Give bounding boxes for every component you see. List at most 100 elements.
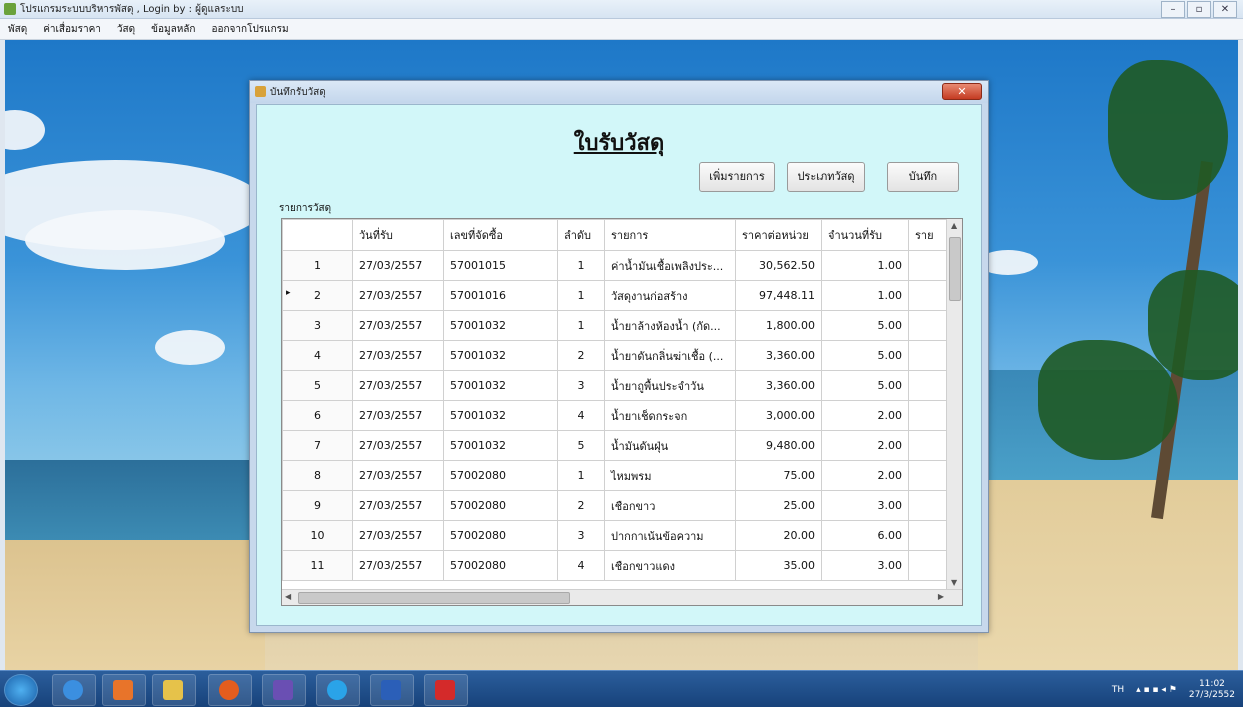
cell-sequence[interactable]: 4 bbox=[557, 550, 605, 581]
table-row[interactable]: 1 27/03/2557 57001015 1 ค่าน้ำมันเชื้อเพลิงป… bbox=[282, 250, 949, 281]
cell-unit-price[interactable]: 3,360.00 bbox=[735, 340, 822, 371]
horizontal-scroll-thumb[interactable] bbox=[298, 592, 570, 604]
cell-extra[interactable] bbox=[908, 460, 949, 491]
cell-unit-price[interactable]: 35.00 bbox=[735, 550, 822, 581]
cell-item-name[interactable]: น้ำยาถูพื้นประจำวัน bbox=[604, 370, 736, 401]
cell-unit-price[interactable]: 9,480.00 bbox=[735, 430, 822, 461]
taskbar-firefox[interactable] bbox=[208, 674, 252, 706]
cell-sequence[interactable]: 4 bbox=[557, 400, 605, 431]
cell-quantity[interactable]: 5.00 bbox=[821, 310, 909, 341]
cell-item-name[interactable]: เชือกขาว bbox=[604, 490, 736, 521]
cell-item-name[interactable]: วัสดุงานก่อสร้าง bbox=[604, 280, 736, 311]
menu-item-master-data[interactable]: ข้อมูลหลัก bbox=[143, 22, 203, 37]
cell-quantity[interactable]: 6.00 bbox=[821, 520, 909, 551]
column-header-date[interactable]: วันที่รับ bbox=[352, 219, 444, 251]
cell-receive-date[interactable]: 27/03/2557 bbox=[352, 250, 444, 281]
cell-quantity[interactable]: 5.00 bbox=[821, 340, 909, 371]
cell-unit-price[interactable]: 3,360.00 bbox=[735, 370, 822, 401]
cell-sequence[interactable]: 3 bbox=[557, 520, 605, 551]
save-button[interactable]: บันทึก bbox=[887, 162, 959, 192]
cell-sequence[interactable]: 1 bbox=[557, 310, 605, 341]
cell-quantity[interactable]: 2.00 bbox=[821, 400, 909, 431]
cell-item-name[interactable]: ปากกาเน้นข้อความ bbox=[604, 520, 736, 551]
taskbar-skype[interactable] bbox=[316, 674, 360, 706]
cell-receive-date[interactable]: 27/03/2557 bbox=[352, 430, 444, 461]
scroll-right-icon[interactable]: ▶ bbox=[938, 592, 944, 601]
cell-po-number[interactable]: 57001032 bbox=[443, 400, 558, 431]
column-header-unit-price[interactable]: ราคาต่อหน่วย bbox=[735, 219, 822, 251]
cell-quantity[interactable]: 5.00 bbox=[821, 370, 909, 401]
table-row[interactable]: ▸ 2 27/03/2557 57001016 1 วัสดุงานก่อสร้าง 97,… bbox=[282, 280, 949, 311]
cell-item-name[interactable]: น้ำยาดันกลิ่นฆ่าเชื้อ (... bbox=[604, 340, 736, 371]
cell-sequence[interactable]: 2 bbox=[557, 340, 605, 371]
cell-unit-price[interactable]: 3,000.00 bbox=[735, 400, 822, 431]
cell-receive-date[interactable]: 27/03/2557 bbox=[352, 460, 444, 491]
cell-sequence[interactable]: 1 bbox=[557, 250, 605, 281]
column-header-more[interactable]: ราย bbox=[908, 219, 949, 251]
form-close-button[interactable]: ✕ bbox=[942, 83, 982, 100]
taskbar-program[interactable] bbox=[424, 674, 468, 706]
cell-quantity[interactable]: 3.00 bbox=[821, 550, 909, 581]
tray-icons[interactable]: ▴ ▪ ▪ ◂ ⚑ bbox=[1136, 685, 1177, 695]
scroll-left-icon[interactable]: ◀ bbox=[285, 592, 291, 601]
table-row[interactable]: 6 27/03/2557 57001032 4 น้ำยาเช็ดกระจก 3,000.… bbox=[282, 400, 949, 431]
cell-receive-date[interactable]: 27/03/2557 bbox=[352, 550, 444, 581]
vertical-scrollbar[interactable]: ▲ ▼ bbox=[946, 219, 962, 589]
cell-receive-date[interactable]: 27/03/2557 bbox=[352, 340, 444, 371]
taskbar-word[interactable] bbox=[370, 674, 414, 706]
cell-extra[interactable] bbox=[908, 340, 949, 371]
taskbar-explorer[interactable] bbox=[152, 674, 196, 706]
cell-unit-price[interactable]: 25.00 bbox=[735, 490, 822, 521]
column-header-seq[interactable]: ลำดับ bbox=[557, 219, 605, 251]
row-header-cell[interactable]: 10 bbox=[282, 520, 353, 551]
cell-sequence[interactable]: 5 bbox=[557, 430, 605, 461]
cell-po-number[interactable]: 57002080 bbox=[443, 490, 558, 521]
language-indicator[interactable]: TH bbox=[1112, 685, 1124, 695]
cell-item-name[interactable]: ค่าน้ำมันเชื้อเพลิงประ... bbox=[604, 250, 736, 281]
cell-extra[interactable] bbox=[908, 310, 949, 341]
cell-po-number[interactable]: 57002080 bbox=[443, 550, 558, 581]
cell-sequence[interactable]: 2 bbox=[557, 490, 605, 521]
menu-item-depreciation[interactable]: ค่าเสื่อมราคา bbox=[35, 22, 109, 37]
scroll-up-icon[interactable]: ▲ bbox=[951, 221, 957, 230]
table-row[interactable]: 8 27/03/2557 57002080 1 ไหมพรม 75.00 2.00 bbox=[282, 460, 949, 491]
cell-receive-date[interactable]: 27/03/2557 bbox=[352, 370, 444, 401]
row-header-cell[interactable]: 6 bbox=[282, 400, 353, 431]
cell-unit-price[interactable]: 20.00 bbox=[735, 520, 822, 551]
cell-receive-date[interactable]: 27/03/2557 bbox=[352, 310, 444, 341]
row-header-cell[interactable]: 5 bbox=[282, 370, 353, 401]
cell-extra[interactable] bbox=[908, 250, 949, 281]
row-header-cell[interactable]: 8 bbox=[282, 460, 353, 491]
taskbar-media[interactable] bbox=[102, 674, 146, 706]
cell-unit-price[interactable]: 75.00 bbox=[735, 460, 822, 491]
cell-extra[interactable] bbox=[908, 400, 949, 431]
cell-quantity[interactable]: 2.00 bbox=[821, 430, 909, 461]
menu-item-assets[interactable]: พัสดุ bbox=[0, 22, 35, 37]
table-row[interactable]: 10 27/03/2557 57002080 3 ปากกาเน้นข้อความ 20.… bbox=[282, 520, 949, 551]
row-header-cell[interactable]: 3 bbox=[282, 310, 353, 341]
cell-po-number[interactable]: 57001032 bbox=[443, 340, 558, 371]
cell-extra[interactable] bbox=[908, 280, 949, 311]
cell-extra[interactable] bbox=[908, 430, 949, 461]
cell-receive-date[interactable]: 27/03/2557 bbox=[352, 280, 444, 311]
table-row[interactable]: 5 27/03/2557 57001032 3 น้ำยาถูพื้นประจำวัน 3… bbox=[282, 370, 949, 401]
cell-quantity[interactable]: 3.00 bbox=[821, 490, 909, 521]
cell-po-number[interactable]: 57001015 bbox=[443, 250, 558, 281]
row-header-cell[interactable]: 7 bbox=[282, 430, 353, 461]
cell-sequence[interactable]: 1 bbox=[557, 280, 605, 311]
cell-po-number[interactable]: 57002080 bbox=[443, 520, 558, 551]
cell-unit-price[interactable]: 1,800.00 bbox=[735, 310, 822, 341]
form-title-bar[interactable]: บันทึกรับวัสดุ ✕ bbox=[250, 81, 988, 103]
cell-extra[interactable] bbox=[908, 550, 949, 581]
cell-item-name[interactable]: ไหมพรม bbox=[604, 460, 736, 491]
column-header-po-number[interactable]: เลขที่จัดซื้อ bbox=[443, 219, 558, 251]
column-header-qty[interactable]: จำนวนที่รับ bbox=[821, 219, 909, 251]
column-header-item[interactable]: รายการ bbox=[604, 219, 736, 251]
row-header-cell[interactable]: ▸ 2 bbox=[282, 280, 353, 311]
menu-item-materials[interactable]: วัสดุ bbox=[109, 22, 143, 37]
cell-item-name[interactable]: น้ำมันดันฝุ่น bbox=[604, 430, 736, 461]
row-header-cell[interactable]: 11 bbox=[282, 550, 353, 581]
cell-receive-date[interactable]: 27/03/2557 bbox=[352, 520, 444, 551]
cell-po-number[interactable]: 57001032 bbox=[443, 370, 558, 401]
table-row[interactable]: 11 27/03/2557 57002080 4 เชือกขาวแดง 35.00 3.0… bbox=[282, 550, 949, 581]
